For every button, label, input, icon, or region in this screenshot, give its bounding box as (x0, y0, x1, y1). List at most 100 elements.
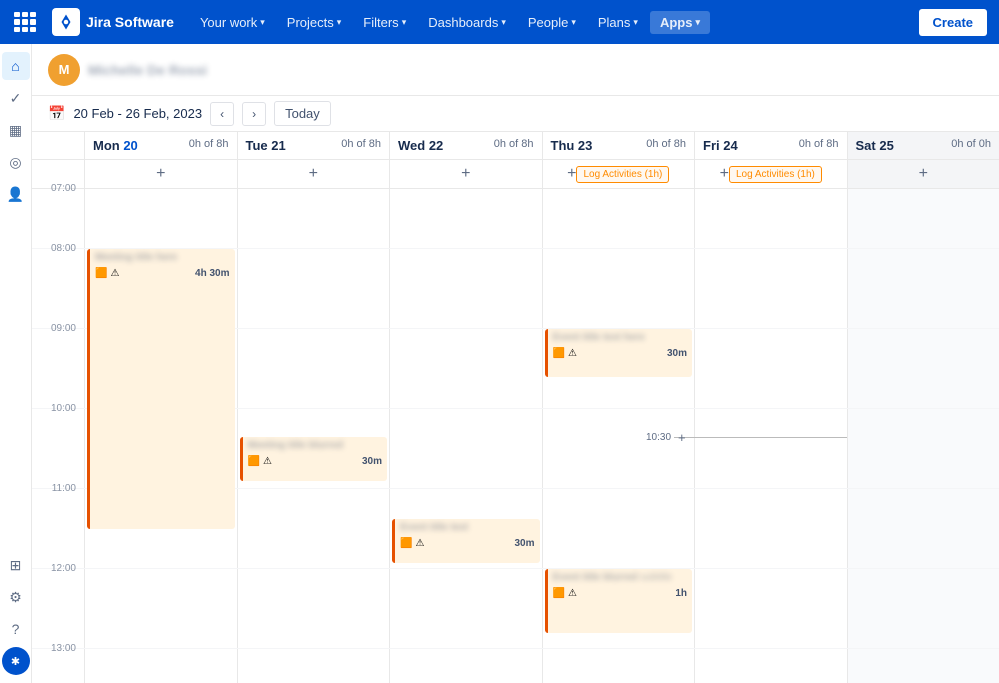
nav-people[interactable]: People ▾ (518, 9, 586, 36)
sub-header: M Michelle De Rossi (32, 44, 999, 96)
time-row-07: 07:00 (32, 189, 999, 249)
day-cell-thu-11 (542, 489, 695, 568)
time-label-10: 10:00 (32, 403, 84, 488)
day-header-fri: Fri 24 0h of 8h (694, 132, 847, 159)
event-mon-1[interactable]: Meeting title here 🟧 ⚠ 4h 30m (87, 249, 235, 529)
day-cell-fri-11 (694, 489, 847, 568)
day-cell-sat-07 (847, 189, 999, 248)
nav-links: Your work ▾ Projects ▾ Filters ▾ Dashboa… (190, 9, 710, 36)
nav-dashboards[interactable]: Dashboards ▾ (418, 9, 516, 36)
left-sidebar: ⌂ ✓ ▦ ◎ 👤 ⊞ ⚙ ? ✱ (0, 44, 32, 683)
day-name-wed: Wed 22 (398, 138, 443, 153)
event-thu-2-footer: 🟧 ⚠ 1h (553, 588, 688, 599)
event-wed-1[interactable]: Event title text 🟧 ⚠ 30m (392, 519, 540, 563)
log-activities-thu[interactable]: Log Activities (1h) (576, 166, 669, 183)
today-button[interactable]: Today (274, 101, 331, 126)
add-button-tue[interactable]: + (309, 166, 318, 182)
nav-filters[interactable]: Filters ▾ (353, 9, 416, 36)
day-header-mon: Mon 20 0h of 8h (84, 132, 237, 159)
day-cell-tue-07 (237, 189, 390, 248)
add-button-wed[interactable]: + (461, 166, 470, 182)
day-headers: Mon 20 0h of 8h Tue 21 0h of 8h Wed 22 0… (32, 132, 999, 160)
event-thu-2-subtitle: subtitle (640, 572, 672, 583)
prev-week-button[interactable]: ‹ (210, 102, 234, 126)
create-button[interactable]: Create (919, 9, 987, 36)
add-button-mon[interactable]: + (156, 166, 165, 182)
day-hours-mon: 0h of 8h (189, 138, 229, 150)
event-thu-1-duration: 30m (667, 348, 687, 359)
logo[interactable]: Jira Software (52, 8, 174, 36)
office-icon-wed1: 🟧 (400, 538, 412, 549)
event-wed-1-footer: 🟧 ⚠ 30m (400, 538, 535, 549)
sidebar-icon-chart[interactable]: ▦ (2, 116, 30, 144)
office-icon: 🟧 (95, 268, 107, 279)
add-button-thu[interactable]: + (567, 166, 576, 182)
day-cell-thu-07 (542, 189, 695, 248)
day-cell-wed-08 (389, 249, 542, 328)
day-cell-wed-13 (389, 649, 542, 683)
add-cell-thu[interactable]: + Log Activities (1h) (542, 160, 695, 188)
current-time-add[interactable]: + (678, 430, 686, 445)
day-cell-mon-08: Meeting title here 🟧 ⚠ 4h 30m (84, 249, 237, 328)
event-mon-1-footer: 🟧 ⚠ 4h 30m (95, 268, 230, 279)
event-wed-1-title: Event title text (400, 522, 468, 533)
log-activities-fri[interactable]: Log Activities (1h) (729, 166, 822, 183)
day-cell-wed-11: Event title text 🟧 ⚠ 30m (389, 489, 542, 568)
day-name-thu: Thu 23 (551, 138, 593, 153)
add-cell-tue[interactable]: + (237, 160, 390, 188)
event-wed-1-duration: 30m (514, 538, 534, 549)
event-thu-1[interactable]: Event title text here 🟧 ⚠ 30m (545, 329, 693, 377)
nav-projects[interactable]: Projects ▾ (277, 9, 352, 36)
add-cell-sat[interactable]: + (847, 160, 999, 188)
day-cell-tue-11 (237, 489, 390, 568)
day-cell-thu-09: Event title text here 🟧 ⚠ 30m (542, 329, 695, 408)
day-header-thu: Thu 23 0h of 8h (542, 132, 695, 159)
calendar-grid: Mon 20 0h of 8h Tue 21 0h of 8h Wed 22 0… (32, 132, 999, 683)
nav-your-work[interactable]: Your work ▾ (190, 9, 275, 36)
day-cell-mon-07 (84, 189, 237, 248)
day-cell-thu-08 (542, 249, 695, 328)
day-hours-sat: 0h of 0h (951, 138, 991, 150)
add-button-sat[interactable]: + (919, 166, 928, 182)
sidebar-icon-avatar[interactable]: 👤 (2, 180, 30, 208)
add-button-fri[interactable]: + (720, 166, 729, 182)
event-mon-1-title: Meeting title here (95, 252, 177, 263)
day-cell-fri-09 (694, 329, 847, 408)
add-cell-mon[interactable]: + (84, 160, 237, 188)
day-hours-wed: 0h of 8h (494, 138, 534, 150)
day-cell-fri-10: 10:30 + (694, 409, 847, 488)
day-cell-mon-12 (84, 569, 237, 648)
grid-menu-icon[interactable] (12, 10, 36, 34)
sidebar-icon-people[interactable]: ◎ (2, 148, 30, 176)
event-thu-2-icons: 🟧 ⚠ (553, 588, 577, 599)
time-row-08: 08:00 Meeting title here 🟧 ⚠ 4h 30m (32, 249, 999, 329)
sidebar-icon-checkin[interactable]: ✓ (2, 84, 30, 112)
day-cell-sat-11 (847, 489, 999, 568)
calendar-icon: 📅 (48, 105, 65, 122)
time-label-11: 11:00 (32, 483, 84, 568)
sidebar-icon-help[interactable]: ? (2, 615, 30, 643)
event-wed-1-icons: 🟧 ⚠ (400, 538, 424, 549)
current-time-line: 10:30 + (643, 437, 847, 438)
add-cell-wed[interactable]: + (389, 160, 542, 188)
event-thu-2[interactable]: Event title blurred subtitle 🟧 ⚠ 1h (545, 569, 693, 633)
nav-apps[interactable]: Apps ▾ (650, 11, 710, 34)
event-tue-1[interactable]: Meeting title blurred 🟧 ⚠ 30m (240, 437, 388, 481)
day-header-tue: Tue 21 0h of 8h (237, 132, 390, 159)
day-cell-mon-13 (84, 649, 237, 683)
day-cell-thu-13 (542, 649, 695, 683)
next-week-button[interactable]: › (242, 102, 266, 126)
sidebar-icon-home[interactable]: ⌂ (2, 52, 30, 80)
day-cell-tue-08 (237, 249, 390, 328)
event-mon-1-icons: 🟧 ⚠ (95, 268, 119, 279)
time-row-12: 12:00 Event title blurred subtitle 🟧 ⚠ (32, 569, 999, 649)
sidebar-icon-apps[interactable]: ⊞ (2, 551, 30, 579)
nav-plans[interactable]: Plans ▾ (588, 9, 648, 36)
current-time-label: 10:30 (643, 432, 674, 443)
sidebar-icon-activity[interactable]: ✱ (2, 647, 30, 675)
day-cell-sat-12 (847, 569, 999, 648)
calendar-main: Mon 20 0h of 8h Tue 21 0h of 8h Wed 22 0… (32, 132, 999, 683)
sidebar-icon-settings[interactable]: ⚙ (2, 583, 30, 611)
day-cell-tue-09 (237, 329, 390, 408)
add-cell-fri[interactable]: + Log Activities (1h) (694, 160, 847, 188)
